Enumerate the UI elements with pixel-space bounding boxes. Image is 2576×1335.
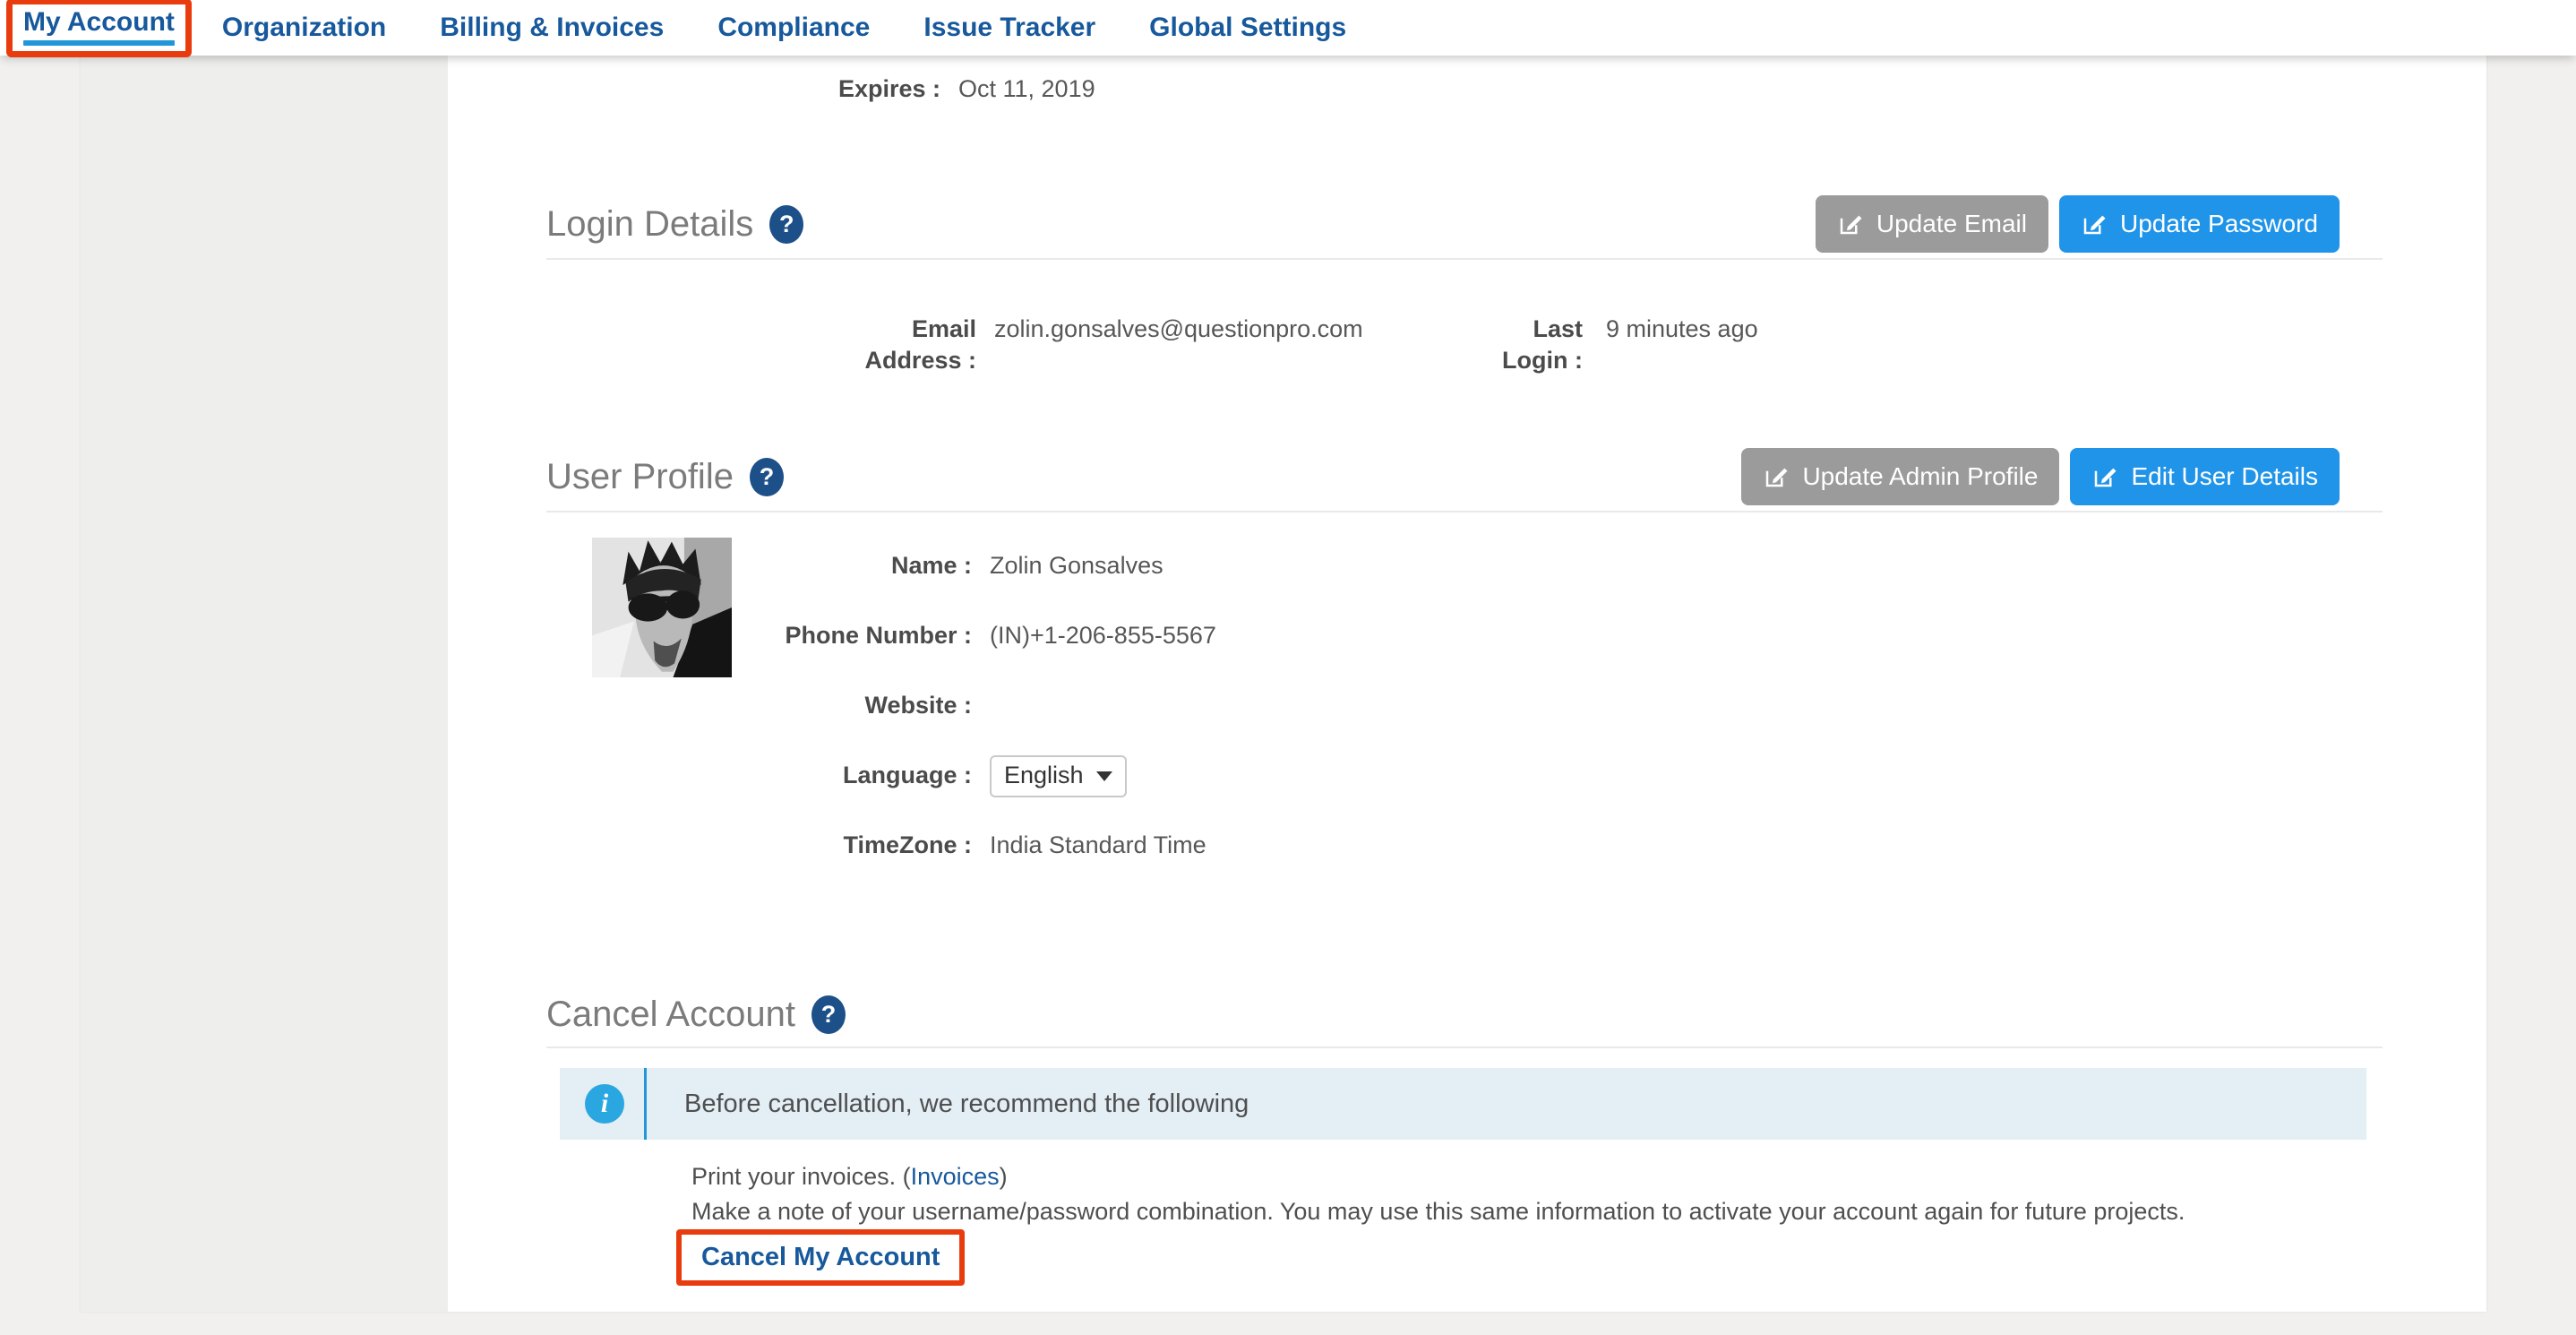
nav-tab-global-settings[interactable]: Global Settings xyxy=(1149,13,1346,43)
nav-active-underline xyxy=(23,40,175,46)
banner-divider xyxy=(644,1068,647,1140)
edit-icon xyxy=(2091,463,2118,490)
banner-text: Before cancellation, we recommend the fo… xyxy=(684,1090,1249,1119)
language-dropdown-value: English xyxy=(1004,762,1084,789)
last-login-value: 9 minutes ago xyxy=(1606,314,1758,345)
login-details-section: Login Details ? Update Email xyxy=(546,193,2383,376)
cancel-account-section: Cancel Account ? i Before cancellation, … xyxy=(546,993,2383,1286)
settings-card: Expires : Oct 11, 2019 Login Details ? xyxy=(81,56,2486,1312)
license-section: Expires : Oct 11, 2019 xyxy=(546,73,2383,105)
cancel-account-title: Cancel Account xyxy=(546,995,795,1035)
update-admin-profile-button[interactable]: Update Admin Profile xyxy=(1741,448,2059,505)
invoices-link[interactable]: Invoices xyxy=(911,1163,1000,1190)
language-dropdown[interactable]: English xyxy=(990,755,1127,797)
field-row-name: Name : Zolin Gonsalves xyxy=(732,531,2383,601)
cancel-my-account-link[interactable]: Cancel My Account xyxy=(701,1243,940,1271)
timezone-label: TimeZone : xyxy=(843,830,972,861)
section-divider xyxy=(546,1046,2383,1048)
nav-tab-billing-invoices[interactable]: Billing & Invoices xyxy=(440,13,664,43)
field-row-website: Website : xyxy=(732,671,2383,741)
edit-user-details-button[interactable]: Edit User Details xyxy=(2070,448,2340,505)
field-row-timezone: TimeZone : India Standard Time xyxy=(732,811,2383,881)
expires-label: Expires : xyxy=(838,73,940,105)
timezone-value: India Standard Time xyxy=(990,830,1206,861)
email-address-label: Email Address : xyxy=(813,314,976,376)
nav-tab-organization[interactable]: Organization xyxy=(222,13,386,43)
invoices-line: Print your invoices. (Invoices) xyxy=(691,1163,2383,1191)
profile-photo xyxy=(592,538,732,677)
nav-tab-issue-tracker[interactable]: Issue Tracker xyxy=(923,13,1095,43)
annotation-box-my-account: My Account xyxy=(6,0,192,57)
field-row-language: Language : English xyxy=(732,741,2383,811)
name-value: Zolin Gonsalves xyxy=(990,550,1163,581)
note-line: Make a note of your username/password co… xyxy=(691,1198,2383,1226)
website-label: Website : xyxy=(864,690,972,721)
settings-content: Expires : Oct 11, 2019 Login Details ? xyxy=(448,56,2486,1312)
help-icon[interactable]: ? xyxy=(750,458,784,496)
edit-icon xyxy=(1763,463,1790,490)
field-row-phone: Phone Number : (IN)+1-206-855-5567 xyxy=(732,601,2383,671)
update-email-button[interactable]: Update Email xyxy=(1816,195,2048,253)
last-login-label: Last Login : xyxy=(1493,314,1583,376)
name-label: Name : xyxy=(891,550,972,581)
phone-number-value: (IN)+1-206-855-5567 xyxy=(990,620,1216,651)
user-profile-title: User Profile xyxy=(546,457,734,497)
login-details-title: Login Details xyxy=(546,204,753,245)
nav-tab-compliance[interactable]: Compliance xyxy=(717,13,870,43)
edit-icon xyxy=(2081,211,2108,237)
info-banner: i Before cancellation, we recommend the … xyxy=(560,1068,2366,1140)
top-navbar: My Account Organization Billing & Invoic… xyxy=(0,0,2576,56)
help-icon[interactable]: ? xyxy=(811,995,846,1034)
language-label: Language : xyxy=(843,760,972,791)
update-password-button[interactable]: Update Password xyxy=(2059,195,2340,253)
nav-tab-my-account[interactable]: My Account xyxy=(23,7,175,46)
dropdown-caret-icon xyxy=(1096,771,1112,781)
section-divider xyxy=(546,258,2383,260)
expires-value: Oct 11, 2019 xyxy=(958,73,1095,105)
settings-sidebar xyxy=(81,56,448,1312)
section-divider xyxy=(546,511,2383,512)
nav-tab-label: My Account xyxy=(23,7,175,37)
user-profile-section: User Profile ? Update Admin Profile xyxy=(546,445,2383,881)
edit-icon xyxy=(1837,211,1864,237)
help-icon[interactable]: ? xyxy=(769,205,803,244)
annotation-box-cancel-account: Cancel My Account xyxy=(676,1229,965,1286)
info-icon: i xyxy=(585,1084,624,1124)
phone-number-label: Phone Number : xyxy=(785,620,972,651)
email-address-value: zolin.gonsalves@questionpro.com xyxy=(994,314,1482,345)
